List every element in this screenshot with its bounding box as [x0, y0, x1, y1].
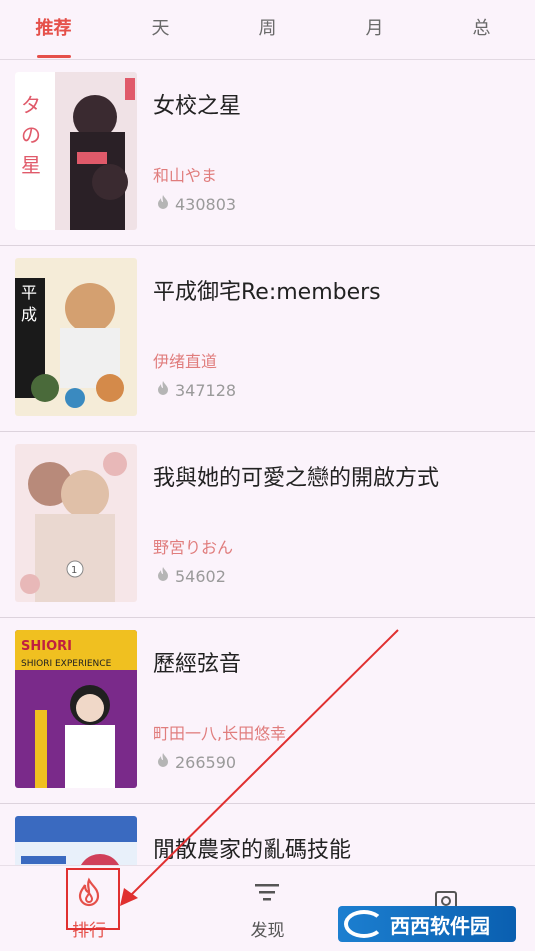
watermark-text: 西西软件园	[390, 913, 490, 938]
flame-icon	[155, 566, 171, 586]
svg-text:タ: タ	[21, 93, 41, 117]
comic-cover[interactable]: SHIORI SHIORI EXPERIENCE	[15, 630, 137, 788]
flame-icon	[155, 752, 171, 772]
tab-bar: 推荐 天 周 月 总	[0, 0, 535, 60]
comic-cover[interactable]: タ の 星	[15, 72, 137, 230]
comic-author: 野宮りおん	[153, 538, 234, 557]
watermark-logo-icon	[344, 910, 384, 938]
comic-title[interactable]: 女校之星	[153, 88, 241, 120]
comic-title[interactable]: 歷經弦音	[153, 646, 241, 678]
hot-value: 54602	[175, 566, 226, 586]
hot-count: 347128	[155, 380, 236, 400]
comic-list: タ の 星 女校之星 和山やま 430803 平 成 平成御宅Re:member…	[0, 60, 535, 865]
hot-value: 430803	[175, 194, 237, 214]
hot-count: 54602	[155, 566, 226, 586]
highlight-box	[66, 868, 120, 930]
svg-text:星: 星	[21, 153, 41, 177]
comic-title[interactable]: 我與她的可愛之戀的開啟方式	[153, 460, 439, 492]
svg-text:の: の	[21, 123, 41, 147]
filter-icon	[252, 877, 282, 912]
hot-value: 266590	[175, 752, 237, 772]
list-item[interactable]: 平 成 平成御宅Re:members 伊绪直道 347128	[0, 246, 535, 432]
svg-text:平: 平	[21, 283, 37, 302]
flame-icon	[155, 380, 171, 400]
comic-cover[interactable]: 平 成	[15, 258, 137, 416]
svg-text:1: 1	[71, 565, 77, 576]
comic-cover[interactable]	[15, 816, 137, 865]
hot-value: 347128	[175, 380, 237, 400]
tab-week[interactable]: 周	[214, 0, 321, 60]
svg-text:SHIORI EXPERIENCE: SHIORI EXPERIENCE	[21, 659, 112, 669]
comic-cover[interactable]: 1	[15, 444, 137, 602]
comic-author: 和山やま	[153, 166, 218, 185]
list-item[interactable]: タ の 星 女校之星 和山やま 430803	[0, 60, 535, 246]
list-item[interactable]: SHIORI SHIORI EXPERIENCE 歷經弦音 町田一八,长田悠幸 …	[0, 618, 535, 804]
tab-day[interactable]: 天	[107, 0, 214, 60]
hot-count: 266590	[155, 752, 236, 772]
list-item[interactable]: 1 我與她的可愛之戀的開啟方式 野宮りおん 54602	[0, 432, 535, 618]
tab-recommend[interactable]: 推荐	[0, 0, 107, 60]
tab-month[interactable]: 月	[321, 0, 428, 60]
flame-icon	[155, 194, 171, 214]
nav-discover[interactable]: 发现	[178, 866, 356, 951]
comic-title[interactable]: 閒散農家的亂碼技能	[153, 832, 351, 864]
comic-author: 伊绪直道	[153, 352, 218, 371]
list-item[interactable]: 閒散農家的亂碼技能	[0, 804, 535, 865]
watermark-logo: 西西软件园	[338, 906, 516, 942]
tab-total[interactable]: 总	[428, 0, 535, 60]
comic-author: 町田一八,长田悠幸	[153, 724, 287, 743]
comic-title[interactable]: 平成御宅Re:members	[153, 274, 381, 306]
nav-discover-label: 发现	[250, 920, 285, 941]
svg-text:成: 成	[21, 305, 37, 324]
svg-text:SHIORI: SHIORI	[21, 639, 72, 654]
hot-count: 430803	[155, 194, 236, 214]
